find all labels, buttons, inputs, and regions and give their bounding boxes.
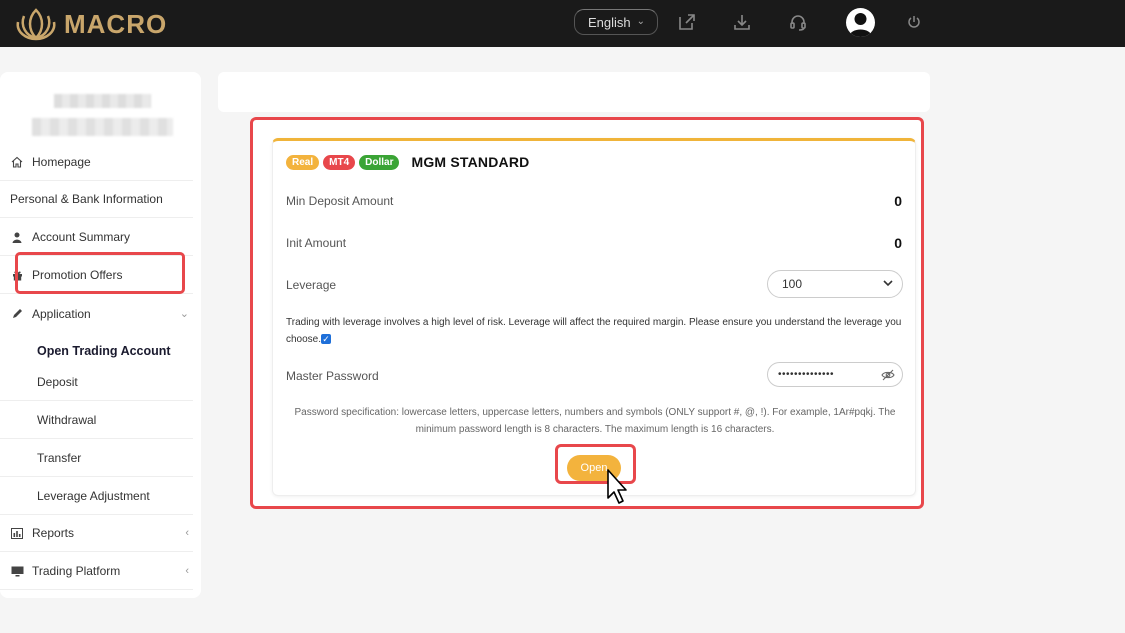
user-icon	[6, 232, 28, 243]
top-bar: MACRO English ⌄	[0, 0, 1125, 47]
account-name: MGM STANDARD	[411, 154, 530, 170]
sidebar-item-reports[interactable]: Reports ‹	[0, 515, 193, 552]
init-amount-value: 0	[894, 235, 902, 251]
sidebar-item-transfer[interactable]: Transfer	[0, 440, 193, 477]
sidebar-item-leverage-adjustment[interactable]: Leverage Adjustment	[0, 478, 193, 515]
headset-support-icon[interactable]	[788, 12, 808, 32]
sidebar-item-account-summary[interactable]: Account Summary	[0, 219, 193, 256]
eye-slash-icon[interactable]	[881, 368, 895, 382]
badge-real: Real	[286, 154, 320, 170]
chart-icon	[6, 527, 28, 539]
sidebar-item-trading-platform[interactable]: Trading Platform ‹	[0, 553, 193, 590]
user-name-blurred	[54, 94, 151, 108]
mouse-pointer-icon	[607, 469, 627, 504]
chevron-down-icon: ⌄	[179, 308, 189, 320]
language-label: English	[588, 14, 631, 30]
password-specification: Password specification: lowercase letter…	[294, 407, 896, 435]
external-link-icon[interactable]	[677, 12, 697, 32]
download-icon[interactable]	[732, 12, 752, 32]
lotus-logo-icon	[16, 8, 56, 41]
badge-mt4: MT4	[323, 154, 356, 170]
leverage-risk-notice: Trading with leverage involves a high le…	[286, 317, 902, 345]
chevron-down-icon	[883, 280, 893, 287]
brand-name: MACRO	[64, 8, 168, 39]
master-password-input[interactable]: ••••••••••••••	[767, 362, 903, 387]
leverage-select[interactable]: 100	[767, 270, 903, 298]
badge-dollar: Dollar	[359, 154, 400, 170]
init-amount-label: Init Amount	[286, 236, 347, 250]
power-logout-icon[interactable]	[905, 13, 923, 31]
user-avatar[interactable]	[846, 8, 875, 37]
user-id-blurred	[32, 118, 173, 136]
brand-logo[interactable]: MACRO	[14, 4, 167, 44]
sidebar-item-application[interactable]: Application ⌄	[0, 295, 193, 332]
monitor-icon	[6, 566, 28, 577]
sidebar-item-deposit[interactable]: Deposit	[0, 364, 193, 401]
master-password-value: ••••••••••••••	[778, 369, 835, 380]
sidebar-item-homepage[interactable]: Homepage	[0, 144, 193, 181]
user-silhouette-icon	[849, 13, 872, 37]
min-deposit-label: Min Deposit Amount	[286, 194, 394, 208]
top-panel	[218, 72, 930, 112]
sidebar: Homepage Personal & Bank Information Acc…	[0, 72, 201, 598]
risk-acknowledge-checkbox[interactable]: ✓	[321, 334, 332, 345]
chevron-down-icon: ⌄	[636, 16, 645, 27]
min-deposit-value: 0	[894, 193, 902, 209]
sidebar-item-personal-bank[interactable]: Personal & Bank Information	[0, 181, 193, 218]
chevron-left-icon: ‹	[185, 527, 189, 539]
sidebar-item-withdrawal[interactable]: Withdrawal	[0, 402, 193, 439]
leverage-value: 100	[782, 277, 803, 291]
home-icon	[6, 156, 28, 168]
account-badges: Real MT4 Dollar MGM STANDARD	[286, 154, 530, 170]
master-password-label: Master Password	[286, 369, 379, 383]
chevron-left-icon: ‹	[185, 565, 189, 577]
account-card: Real MT4 Dollar MGM STANDARD Min Deposit…	[272, 138, 916, 496]
language-selector[interactable]: English ⌄	[574, 9, 658, 35]
pen-icon	[6, 308, 28, 319]
highlight-box-open-trading-account	[15, 252, 185, 294]
leverage-label: Leverage	[286, 278, 337, 292]
